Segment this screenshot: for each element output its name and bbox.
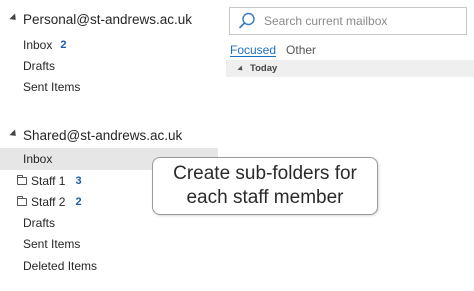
folder-label: Drafts: [23, 216, 56, 230]
folder-label: Drafts: [23, 59, 56, 73]
unread-count: 3: [75, 175, 82, 187]
folder-label: Deleted Items: [23, 259, 98, 273]
view-tabs: Focused Other: [230, 42, 326, 58]
folder-label: Inbox: [23, 38, 53, 52]
folder-icon: [17, 196, 27, 206]
folder-personal-drafts[interactable]: Drafts: [0, 55, 218, 77]
annotation-callout: Create sub-folders for each staff member: [152, 157, 378, 215]
account-shared-header[interactable]: Shared@st-andrews.ac.uk: [8, 125, 182, 145]
unread-count: 2: [75, 196, 82, 208]
search-box[interactable]: [229, 7, 467, 35]
collapse-caret-icon: [9, 128, 19, 139]
folder-icon: [17, 175, 27, 185]
folder-label: Inbox: [23, 152, 53, 166]
folder-label: Sent Items: [23, 80, 81, 94]
search-icon[interactable]: [234, 8, 260, 34]
folder-personal-sent-items[interactable]: Sent Items: [0, 76, 218, 98]
unread-count: 2: [60, 39, 67, 51]
folder-personal-inbox[interactable]: Inbox 2: [0, 34, 218, 56]
collapse-caret-icon: [237, 64, 245, 73]
message-list: Focused Other Today: [226, 0, 474, 291]
folder-shared-sent-items[interactable]: Sent Items: [0, 233, 218, 255]
tab-focused[interactable]: Focused: [230, 43, 276, 57]
callout-text: Create sub-folders for each staff member: [173, 163, 357, 208]
tab-other[interactable]: Other: [286, 43, 316, 57]
date-group-header[interactable]: Today: [226, 60, 474, 77]
search-input[interactable]: [264, 14, 454, 28]
folder-shared-drafts[interactable]: Drafts: [0, 212, 218, 234]
account-name: Shared@st-andrews.ac.uk: [23, 127, 183, 143]
folder-pane: Personal@st-andrews.ac.uk Inbox 2 Drafts…: [0, 0, 218, 291]
folder-shared-deleted-items[interactable]: Deleted Items: [0, 255, 218, 277]
account-personal-header[interactable]: Personal@st-andrews.ac.uk: [8, 9, 192, 29]
folder-label: Staff 1: [31, 174, 66, 188]
folder-label: Staff 2: [31, 195, 66, 209]
folder-label: Sent Items: [23, 237, 81, 251]
collapse-caret-icon: [9, 12, 19, 23]
group-label: Today: [250, 63, 278, 74]
account-name: Personal@st-andrews.ac.uk: [23, 11, 193, 27]
